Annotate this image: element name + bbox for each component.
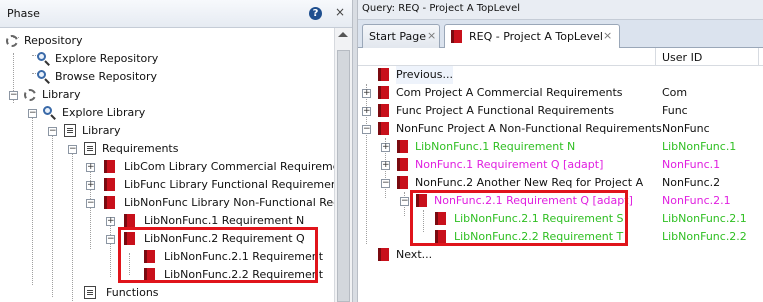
document-icon (84, 286, 96, 299)
tree-item-label: LibFunc Library Functional Requirements (124, 178, 334, 191)
tree-item-label: Explore Repository (55, 52, 159, 65)
collapse-icon[interactable]: − (68, 145, 77, 154)
table-row[interactable]: + Com Project A Commercial Requirements … (358, 84, 763, 102)
tree-item-label: LibNonFunc Library Non-Functional Requ (124, 196, 334, 209)
collapse-icon[interactable]: − (48, 127, 57, 136)
tree-item-label: Library (42, 88, 81, 101)
scroll-up-icon[interactable] (338, 32, 348, 37)
row-user-id: Func (662, 104, 688, 117)
query-title: Query: REQ - Project A TopLevel (362, 3, 520, 14)
expand-icon[interactable]: + (362, 89, 371, 98)
tree-item-label: Explore Library (62, 106, 146, 119)
requirement-doc-icon (378, 86, 389, 99)
row-user-id: NonFunc.1 (662, 158, 721, 171)
library-icon (24, 89, 36, 101)
close-tab-icon[interactable]: × (427, 29, 436, 42)
row-label: Previous... (396, 66, 453, 84)
phase-tree: Repository Explore Repository Browse Rep… (0, 28, 334, 302)
requirement-doc-icon (104, 178, 115, 191)
requirement-doc-icon (378, 68, 389, 81)
row-user-id: Com (662, 86, 688, 99)
collapse-icon[interactable]: − (28, 109, 37, 118)
row-label: Com Project A Commercial Requirements (396, 86, 623, 99)
tab-label: REQ - Project A TopLevel (469, 30, 603, 43)
collapse-icon[interactable]: − (362, 125, 371, 134)
requirement-doc-icon (124, 214, 135, 227)
list-item-previous[interactable]: Previous... (358, 66, 763, 84)
requirement-doc-icon (378, 248, 389, 261)
highlight-box (410, 190, 628, 246)
table-row[interactable]: − NonFunc Project A Non-Functional Requi… (358, 120, 763, 138)
collapse-icon[interactable]: − (400, 197, 409, 206)
close-icon[interactable]: × (333, 5, 347, 19)
row-label: Func Project A Functional Requirements (396, 104, 614, 117)
tree-item-label: Browse Repository (55, 70, 158, 83)
row-user-id: NonFunc.2.1 (662, 194, 731, 207)
tree-item-label: LibCom Library Commercial Requirements (124, 160, 334, 173)
phase-panel: Phase ? × Repository Explore Repository … (0, 0, 352, 302)
tab-strip: Start Page × REQ - Project A TopLevel × (358, 20, 763, 49)
table-row[interactable]: + LibNonFunc.1 Requirement N LibNonFunc.… (358, 138, 763, 156)
column-separator[interactable] (758, 48, 759, 66)
column-separator[interactable] (655, 48, 656, 66)
row-label: NonFunc Project A Non-Functional Require… (396, 122, 662, 135)
tab-label: Start Page (369, 30, 426, 43)
document-icon (64, 124, 76, 137)
row-label: NonFunc.1 Requirement Q [adapt] (415, 158, 604, 171)
row-user-id: LibNonFunc.2.1 (662, 212, 747, 225)
collapse-icon[interactable]: − (9, 91, 18, 100)
expand-icon[interactable]: + (86, 181, 95, 190)
tree-item-label: Library (82, 124, 121, 137)
requirement-doc-icon (378, 104, 389, 117)
expand-icon[interactable]: + (381, 143, 390, 152)
row-label: Next... (396, 248, 433, 261)
expand-icon[interactable]: + (381, 161, 390, 170)
row-user-id: NonFunc.2 (662, 176, 721, 189)
close-tab-icon[interactable]: × (603, 29, 612, 42)
row-user-id: LibNonFunc.1 (662, 140, 737, 153)
requirement-doc-icon (378, 122, 389, 135)
expand-icon[interactable]: + (106, 217, 115, 226)
requirement-doc-icon (397, 158, 408, 171)
scroll-thumb[interactable] (337, 50, 350, 302)
query-panel: Query: REQ - Project A TopLevel Start Pa… (358, 0, 763, 302)
phase-panel-header: Phase ? × (0, 0, 352, 28)
vertical-scrollbar[interactable] (334, 28, 352, 302)
row-label: LibNonFunc.1 Requirement N (415, 140, 576, 153)
collapse-icon[interactable]: − (381, 179, 390, 188)
query-results-tree: Previous... + Com Project A Commercial R… (358, 66, 763, 302)
expand-icon[interactable]: + (86, 163, 95, 172)
requirement-doc-icon (397, 176, 408, 189)
collapse-icon[interactable]: − (106, 235, 115, 244)
table-row[interactable]: + Func Project A Functional Requirements… (358, 102, 763, 120)
repository-icon (6, 35, 18, 47)
help-icon[interactable]: ? (309, 7, 322, 20)
highlight-box (118, 227, 318, 283)
tree-item-label: Functions (106, 286, 159, 299)
list-item-next[interactable]: Next... (358, 246, 763, 264)
requirement-doc-icon (104, 160, 115, 173)
table-row[interactable]: + NonFunc.1 Requirement Q [adapt] NonFun… (358, 156, 763, 174)
requirement-doc-icon (104, 196, 115, 209)
requirement-doc-icon (397, 140, 408, 153)
query-bar: Query: REQ - Project A TopLevel (358, 0, 763, 20)
browse-icon (37, 70, 51, 84)
requirement-doc-icon (451, 30, 462, 43)
tab-req-project-a-toplevel[interactable]: REQ - Project A TopLevel × (444, 24, 620, 49)
collapse-icon[interactable]: − (86, 199, 95, 208)
document-icon (84, 142, 96, 155)
tab-start-page[interactable]: Start Page × (362, 24, 440, 48)
expand-icon[interactable]: + (362, 107, 371, 116)
explore-icon (43, 106, 57, 120)
row-user-id: NonFunc (662, 122, 710, 135)
panel-title: Phase (7, 7, 40, 20)
row-user-id: LibNonFunc.2.2 (662, 230, 747, 243)
tree-item-label: Repository (24, 34, 83, 47)
tree-item-label: Requirements (102, 142, 179, 155)
column-header-user-id[interactable]: User ID (662, 51, 702, 64)
explore-icon (37, 52, 51, 66)
